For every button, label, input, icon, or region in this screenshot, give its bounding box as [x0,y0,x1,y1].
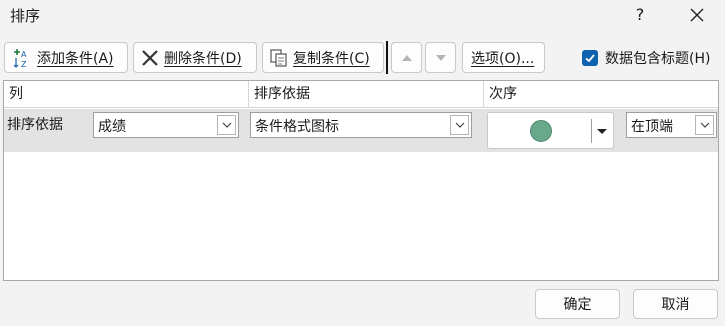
chevron-down-icon[interactable] [217,115,236,135]
has-header-checkbox[interactable]: 数据包含标题(H) [582,48,710,68]
title-bar: 排序 ? [0,0,725,34]
caret-down-icon[interactable] [596,128,608,135]
triangle-down-icon [435,54,446,61]
has-header-label: 数据包含标题(H) [605,51,711,67]
header-sort-on: 排序依据 [254,86,310,102]
svg-text:Z: Z [21,60,27,69]
move-up-button[interactable] [391,42,422,73]
column-select-value: 成绩 [98,119,126,135]
options-label: 选项(O)... [471,50,535,67]
cancel-button[interactable]: 取消 [633,289,718,319]
delete-condition-label: 删除条件(D) [164,50,242,67]
order-icon-select[interactable] [487,112,614,149]
options-button[interactable]: 选项(O)... [462,42,545,73]
help-button[interactable]: ? [628,3,652,27]
copy-condition-label: 复制条件(C) [293,50,370,67]
grid-header: 列 排序依据 次序 [4,81,718,108]
toolbar: A Z 添加条件(A) 删除条件(D) 复制条件(C) 选项(O)... 数据包… [0,41,725,74]
sort-level-row[interactable]: 排序依据 成绩 条件格式图标 在顶端 [4,109,718,152]
position-select[interactable]: 在顶端 [626,112,717,138]
chevron-down-icon[interactable] [450,115,469,135]
delete-condition-button[interactable]: 删除条件(D) [133,42,257,73]
copy-condition-button[interactable]: 复制条件(C) [262,42,384,73]
close-icon [690,8,704,22]
svg-text:A: A [21,50,27,59]
dialog-title: 排序 [10,7,41,25]
row-label: 排序依据 [7,117,63,133]
checkbox-checked-icon [582,50,598,66]
sort-on-select[interactable]: 条件格式图标 [250,112,472,138]
delete-x-icon [140,48,160,68]
sort-levels-grid: 列 排序依据 次序 排序依据 成绩 条件格式图标 在顶端 [3,80,719,281]
close-button[interactable] [684,3,710,27]
add-sort-level-icon: A Z [11,47,33,69]
dropdown-divider [591,119,592,143]
move-down-button[interactable] [425,42,456,73]
header-order: 次序 [489,86,517,102]
add-condition-label: 添加条件(A) [37,50,114,67]
copy-icon [269,48,289,68]
position-select-value: 在顶端 [631,119,673,135]
triangle-up-icon [401,54,412,61]
chevron-down-icon[interactable] [695,115,714,135]
header-column: 列 [9,86,23,102]
column-select[interactable]: 成绩 [93,112,239,138]
green-circle-icon [530,120,552,142]
text-cursor-divider [386,41,388,74]
add-condition-button[interactable]: A Z 添加条件(A) [4,42,128,73]
sort-on-select-value: 条件格式图标 [255,119,339,135]
ok-button[interactable]: 确定 [535,289,620,319]
